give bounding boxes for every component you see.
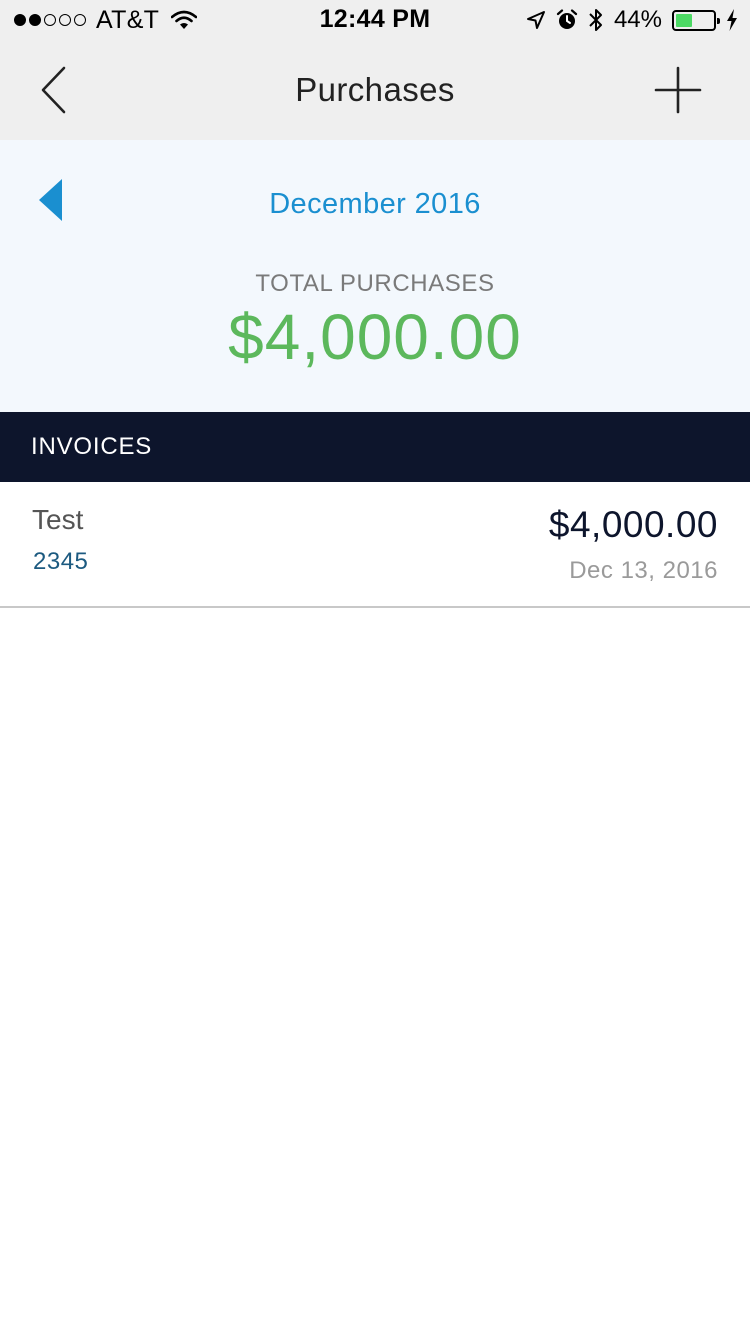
alarm-icon <box>556 9 578 31</box>
add-button[interactable] <box>650 62 706 118</box>
invoice-row[interactable]: Test 2345 $4,000.00 Dec 13, 2016 <box>0 482 750 608</box>
bluetooth-icon <box>588 7 604 33</box>
purchases-summary: December 2016 TOTAL PURCHASES $4,000.00 <box>0 140 750 412</box>
status-right: 44% <box>526 6 738 34</box>
invoice-name: Test <box>32 504 84 535</box>
month-label: December 2016 <box>269 188 481 220</box>
section-title: INVOICES <box>31 433 153 460</box>
invoice-date: Dec 13, 2016 <box>569 557 718 584</box>
page-title: Purchases <box>295 71 455 108</box>
battery-icon <box>672 9 720 31</box>
invoice-number: 2345 <box>33 548 89 575</box>
plus-icon <box>654 66 702 114</box>
purchases-screen: AT&T 12:44 PM 44% Purchases December 201… <box>0 0 750 1334</box>
battery-percent: 44% <box>613 6 662 33</box>
navigation-bar: Purchases <box>0 40 750 140</box>
invoice-amount: $4,000.00 <box>548 504 718 545</box>
status-bar: AT&T 12:44 PM 44% <box>0 0 750 40</box>
battery-nub <box>717 17 720 24</box>
total-purchases-amount: $4,000.00 <box>228 301 522 373</box>
invoices-section-header: INVOICES <box>0 412 750 482</box>
battery-fill <box>676 13 692 27</box>
charging-icon <box>726 9 738 31</box>
location-icon <box>526 10 546 30</box>
total-purchases-label: TOTAL PURCHASES <box>255 270 495 297</box>
